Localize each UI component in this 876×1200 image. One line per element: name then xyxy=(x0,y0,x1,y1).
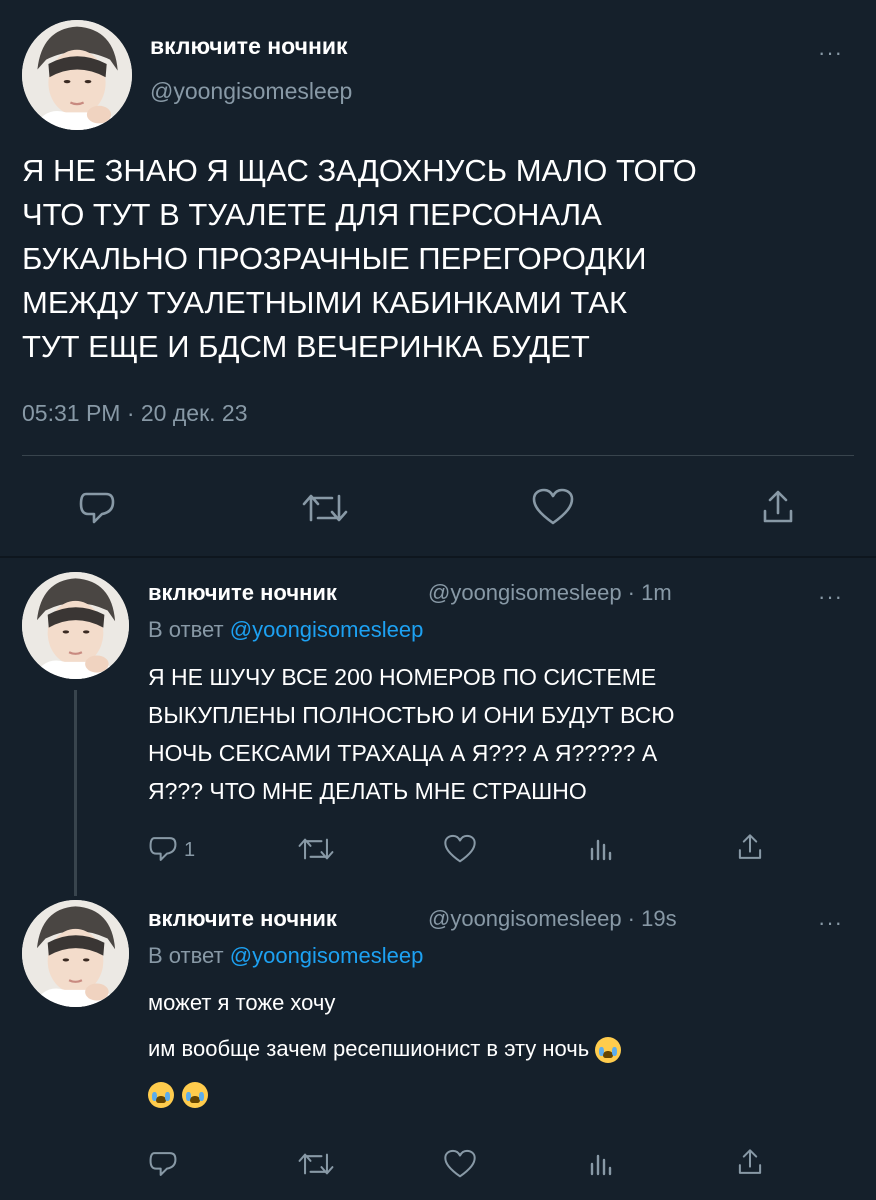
reply-1-line: НОЧЬ СЕКСАМИ ТРАХАЦА А Я??? А Я????? А xyxy=(148,740,658,766)
reply-1-line: Я??? ЧТО МНЕ ДЕЛАТЬ МНЕ СТРАШНО xyxy=(148,778,587,804)
main-display-name[interactable]: включите ночник xyxy=(150,33,348,60)
loudly-crying-face-emoji xyxy=(148,1082,174,1108)
reply-1-context: В ответ @yoongisomesleep xyxy=(148,617,423,643)
reply-2-more-button[interactable]: ··· xyxy=(818,912,843,934)
analytics-icon[interactable] xyxy=(589,835,613,861)
reply-2-line-2-wrap: им вообще зачем ресепшионист в эту ночь xyxy=(148,1036,622,1064)
reply-1-mention[interactable]: @yoongisomesleep xyxy=(230,617,424,642)
reply-1-meta[interactable]: @yoongisomesleep · 1m xyxy=(428,580,672,606)
main-tweet-line: Я НЕ ЗНАЮ Я ЩАС ЗАДОХНУСЬ МАЛО ТОГО xyxy=(22,153,697,188)
reply-2-context: В ответ @yoongisomesleep xyxy=(148,943,423,969)
main-tweet-avatar[interactable] xyxy=(22,20,132,130)
reply-2-line-2: им вообще зачем ресепшионист в эту ночь xyxy=(148,1036,590,1061)
reply-2-mention[interactable]: @yoongisomesleep xyxy=(230,943,424,968)
main-tweet-line: МЕЖДУ ТУАЛЕТНЫМИ КАБИНКАМИ ТАК xyxy=(22,285,628,320)
main-tweet-text: Я НЕ ЗНАЮ Я ЩАС ЗАДОХНУСЬ МАЛО ТОГО ЧТО … xyxy=(22,149,697,369)
reply-1-text: Я НЕ ШУЧУ ВСЕ 200 НОМЕРОВ ПО СИСТЕМЕ ВЫК… xyxy=(148,658,674,810)
like-icon[interactable] xyxy=(443,1149,477,1179)
main-tweet-line: ТУТ ЕЩЕ И БДСМ ВЕЧЕРИНКА БУДЕТ xyxy=(22,329,590,364)
reply-1-display-name[interactable]: включите ночник xyxy=(148,580,337,606)
reply-2-meta[interactable]: @yoongisomesleep · 19s xyxy=(428,906,677,932)
reply-1-prefix: В ответ xyxy=(148,617,224,642)
reply-icon[interactable] xyxy=(78,490,116,526)
loudly-crying-face-emoji xyxy=(595,1037,622,1064)
reply-icon[interactable] xyxy=(148,835,178,863)
reply-1-reply-count: 1 xyxy=(184,839,196,861)
section-separator xyxy=(0,556,876,558)
reply-1-line: Я НЕ ШУЧУ ВСЕ 200 НОМЕРОВ ПО СИСТЕМЕ xyxy=(148,664,657,690)
share-icon[interactable] xyxy=(760,489,796,525)
reply-1-more-button[interactable]: ··· xyxy=(818,586,843,608)
main-handle[interactable]: @yoongisomesleep xyxy=(150,78,352,105)
reply-2-display-name[interactable]: включите ночник xyxy=(148,906,337,932)
reply-2-emoji-line xyxy=(148,1082,209,1108)
main-divider xyxy=(22,455,854,456)
retweet-icon[interactable] xyxy=(298,836,334,862)
share-icon[interactable] xyxy=(736,833,764,861)
retweet-icon[interactable] xyxy=(302,492,348,524)
reply-2-avatar[interactable] xyxy=(22,900,129,1007)
like-icon[interactable] xyxy=(531,488,575,526)
main-tweet-line: ЧТО ТУТ В ТУАЛЕТЕ ДЛЯ ПЕРСОНАЛА xyxy=(22,197,602,232)
retweet-icon[interactable] xyxy=(298,1151,334,1177)
loudly-crying-face-emoji xyxy=(182,1082,209,1108)
main-timestamp[interactable]: 05:31 PM · 20 дек. 23 xyxy=(22,400,248,427)
analytics-icon[interactable] xyxy=(589,1150,613,1176)
main-tweet-line: БУКАЛЬНО ПРОЗРАЧНЫЕ ПЕРЕГОРОДКИ xyxy=(22,241,647,276)
reply-2-prefix: В ответ xyxy=(148,943,224,968)
share-icon[interactable] xyxy=(736,1148,764,1176)
reply-2-line-1: может я тоже хочу xyxy=(148,990,336,1015)
reply-1-line: ВЫКУПЛЕНЫ ПОЛНОСТЬЮ И ОНИ БУДУТ ВСЮ xyxy=(148,702,675,728)
like-icon[interactable] xyxy=(443,834,477,864)
reply-1-avatar[interactable] xyxy=(22,572,129,679)
reply-icon[interactable] xyxy=(148,1150,178,1178)
main-more-button[interactable]: ··· xyxy=(818,42,843,64)
thread-line xyxy=(74,690,77,896)
